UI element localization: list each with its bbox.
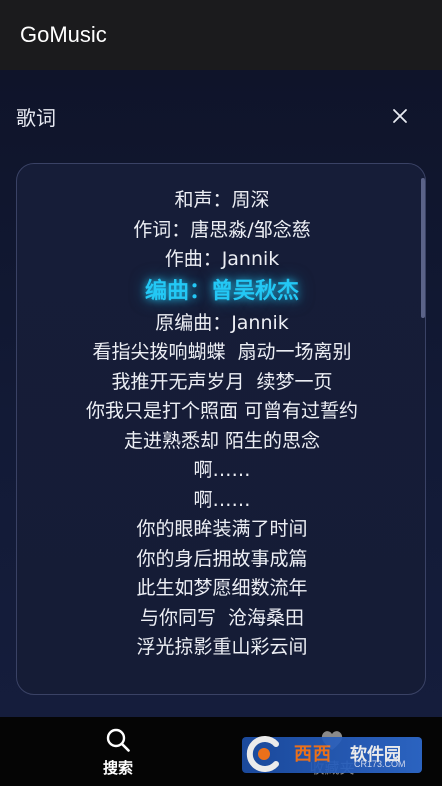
lyric-line: 我推开无声岁月 续梦一页 — [111, 370, 333, 393]
lyric-line: 看指尖拨响蝴蝶 扇动一场离别 — [92, 341, 352, 363]
lyrics-scrollbar[interactable] — [421, 178, 425, 318]
lyric-line: 和声：周深 — [174, 189, 270, 211]
lyric-line: 你的眼眸装满了时间 — [136, 518, 308, 540]
close-icon — [393, 109, 407, 123]
lyrics-list[interactable]: 和声：周深作词：唐思淼/邹念慈 作曲：Jannik 编曲：曾吴秋杰 原编曲：Janni… — [17, 186, 425, 663]
lyric-line: 走进熟悉却 陌生的思念 — [123, 429, 321, 452]
app-bar: GoMusic — [0, 0, 442, 70]
lyric-line: 浮光掠影重山彩云间 — [136, 636, 308, 658]
lyric-line: 你我只是打个照面 可曾有过誓约 — [85, 400, 359, 422]
lyric-line: 你的身后拥故事成篇 — [136, 547, 308, 570]
watermark-c-icon — [246, 736, 279, 772]
lyric-line: 与你同写 沧海桑田 — [139, 606, 305, 629]
search-icon — [106, 728, 130, 752]
nav-search-label: 搜索 — [102, 759, 133, 777]
app-title: GoMusic — [20, 22, 107, 47]
lyric-line: 作词：唐思淼/邹念慈 — [133, 218, 311, 241]
watermark-brand: 西西 — [294, 744, 332, 765]
lyric-line-active: 编曲：曾吴秋杰 — [144, 278, 299, 304]
lyrics-screen: 歌词 和声：周深作词：唐思淼/邹念慈 作曲：Jannik 编曲：曾吴秋杰 原编曲：Ja… — [0, 70, 442, 717]
nav-search[interactable]: 搜索 — [58, 717, 178, 786]
lyric-line: 啊…… — [193, 459, 251, 481]
lyric-line: 此生如梦愿细数流年 — [136, 577, 308, 599]
lyric-line: 作曲：Jannik — [164, 248, 280, 270]
close-button[interactable] — [386, 102, 414, 130]
lyrics-title: 歌词 — [16, 106, 56, 130]
lyric-line: 原编曲：Jannik — [155, 311, 289, 334]
lyrics-card[interactable]: 和声：周深作词：唐思淼/邹念慈 作曲：Jannik 编曲：曾吴秋杰 原编曲：Janni… — [16, 163, 426, 695]
lyric-line: 啊…… — [193, 488, 251, 511]
watermark-url: CR173.COM — [354, 759, 406, 769]
watermark-logo: 西西 软件园 CR173.COM — [242, 736, 422, 773]
